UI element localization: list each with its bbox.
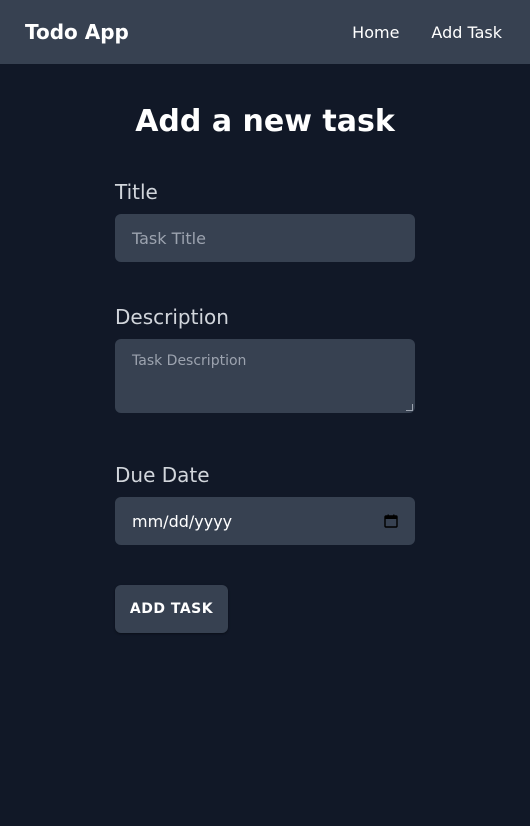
description-textarea[interactable]: Task Description [115, 339, 415, 413]
top-navbar: Todo App Home Add Task [0, 0, 530, 64]
page-title: Add a new task [135, 104, 395, 139]
add-task-button[interactable]: ADD TASK [115, 585, 228, 633]
title-label: Title [115, 180, 158, 204]
due-date-label: Due Date [115, 463, 210, 487]
description-placeholder: Task Description [132, 353, 247, 369]
title-input[interactable]: Task Title [115, 214, 415, 262]
nav-link-add-task[interactable]: Add Task [431, 23, 502, 42]
due-date-input[interactable]: mm/dd/yyyy [115, 497, 415, 545]
description-field: Description Task Description [115, 305, 415, 413]
resize-handle-icon[interactable] [406, 404, 413, 411]
nav-link-home[interactable]: Home [352, 23, 399, 42]
description-label: Description [115, 305, 229, 329]
app-brand[interactable]: Todo App [25, 20, 129, 44]
title-placeholder: Task Title [132, 228, 206, 248]
main-content: Add a new task Title Task Title Descript… [115, 64, 415, 633]
nav-links: Home Add Task [352, 23, 502, 42]
due-date-value: mm/dd/yyyy [132, 511, 233, 531]
calendar-icon[interactable] [384, 514, 398, 528]
title-field: Title Task Title [115, 180, 415, 262]
due-date-field: Due Date mm/dd/yyyy [115, 463, 415, 545]
